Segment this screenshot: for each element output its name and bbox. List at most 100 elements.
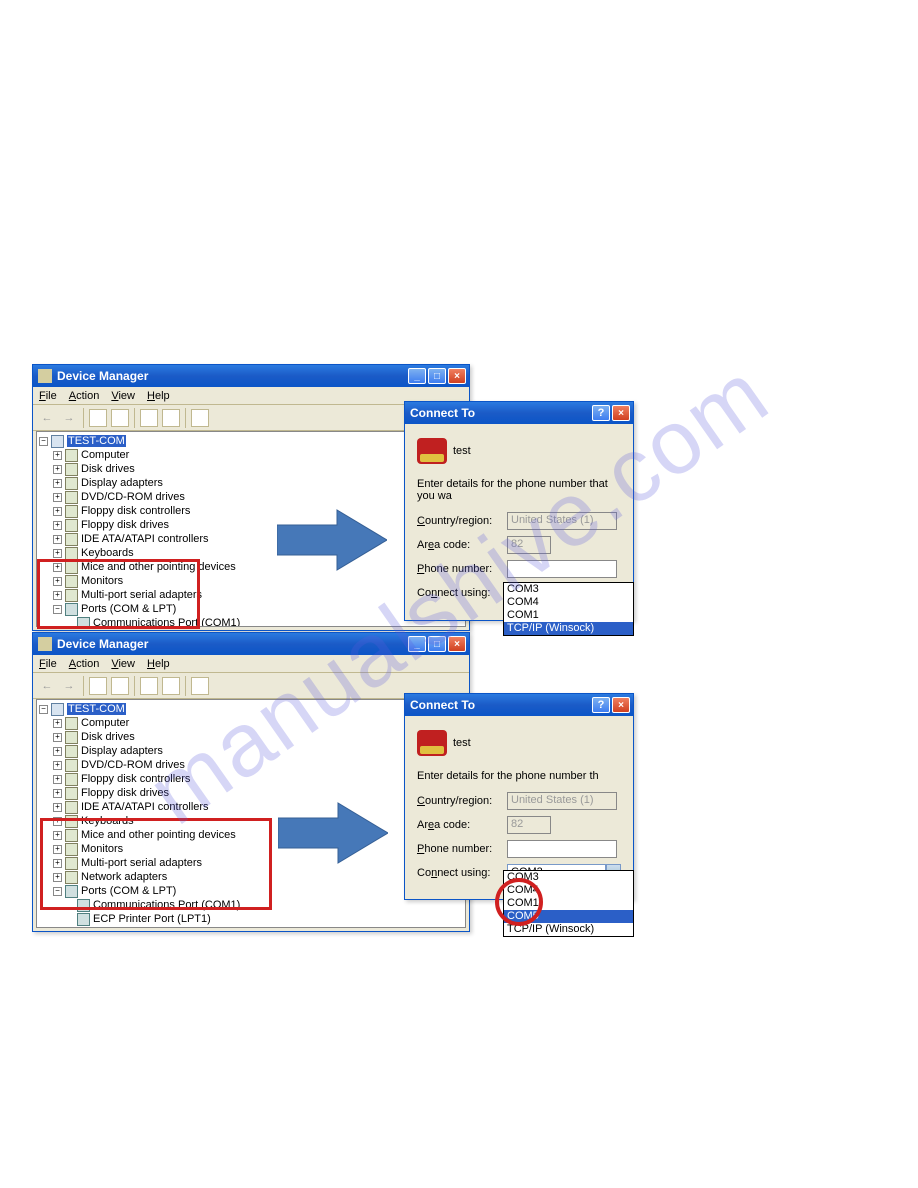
dropdown-option[interactable]: COM1 bbox=[504, 897, 633, 910]
menu-action[interactable]: Action bbox=[69, 658, 100, 670]
dropdown-option-selected[interactable]: TCP/IP (Winsock) bbox=[504, 622, 633, 635]
close-button[interactable]: × bbox=[448, 636, 466, 652]
phone-icon bbox=[417, 730, 447, 756]
tree-item[interactable]: Keyboards bbox=[81, 815, 134, 827]
device-tree[interactable]: −TEST-COM +Computer +Disk drives +Displa… bbox=[36, 699, 466, 928]
toolbar-icon-4[interactable] bbox=[162, 677, 180, 695]
toolbar-icon-2[interactable] bbox=[111, 409, 129, 427]
area-code-field: 82 bbox=[507, 536, 551, 554]
tree-item[interactable]: DVD/CD-ROM drives bbox=[81, 491, 185, 503]
dropdown-option[interactable]: COM3 bbox=[504, 871, 633, 884]
tree-item[interactable]: Keyboards bbox=[81, 547, 134, 559]
toolbar-icon-3[interactable] bbox=[140, 409, 158, 427]
menu-help[interactable]: Help bbox=[147, 658, 170, 670]
dropdown-option[interactable]: COM1 bbox=[504, 609, 633, 622]
connection-name: test bbox=[453, 445, 471, 457]
titlebar[interactable]: Device Manager _ □ × bbox=[33, 633, 469, 655]
app-icon bbox=[38, 637, 52, 651]
connection-name: test bbox=[453, 737, 471, 749]
menubar: File Action View Help bbox=[33, 655, 469, 673]
tree-item[interactable]: Disk drives bbox=[81, 463, 135, 475]
connect-dropdown-1[interactable]: COM3 COM4 COM1 TCP/IP (Winsock) bbox=[503, 582, 634, 636]
tree-item[interactable]: Floppy disk drives bbox=[81, 519, 169, 531]
menu-view[interactable]: View bbox=[111, 658, 135, 670]
country-field: United States (1) bbox=[507, 512, 617, 530]
tree-item[interactable]: Network adapters bbox=[81, 871, 167, 883]
toolbar-icon-2[interactable] bbox=[111, 677, 129, 695]
toolbar-icon-5[interactable] bbox=[191, 677, 209, 695]
forward-button[interactable]: → bbox=[59, 676, 79, 696]
menu-help[interactable]: Help bbox=[147, 390, 170, 402]
tree-item[interactable]: Mice and other pointing devices bbox=[81, 829, 236, 841]
tree-root[interactable]: TEST-COM bbox=[67, 703, 126, 715]
titlebar[interactable]: Connect To ? × bbox=[405, 694, 633, 716]
menu-action[interactable]: Action bbox=[69, 390, 100, 402]
help-button[interactable]: ? bbox=[592, 697, 610, 713]
tree-item[interactable]: Disk drives bbox=[81, 731, 135, 743]
forward-button[interactable]: → bbox=[59, 408, 79, 428]
dialog-title: Connect To bbox=[410, 406, 592, 420]
menu-file[interactable]: FFileile bbox=[39, 390, 57, 402]
close-button[interactable]: × bbox=[612, 405, 630, 421]
toolbar-icon-1[interactable] bbox=[89, 409, 107, 427]
maximize-button[interactable]: □ bbox=[428, 636, 446, 652]
tree-item[interactable]: Computer bbox=[81, 717, 129, 729]
tree-item[interactable]: Computer bbox=[81, 449, 129, 461]
tree-item[interactable]: DVD/CD-ROM drives bbox=[81, 759, 185, 771]
connect-to-dialog-2: Connect To ? × test Enter details for th… bbox=[404, 693, 634, 900]
arrow-icon bbox=[278, 798, 388, 868]
titlebar[interactable]: Connect To ? × bbox=[405, 402, 633, 424]
titlebar[interactable]: Device Manager _ □ × bbox=[33, 365, 469, 387]
tree-item[interactable]: Floppy disk drives bbox=[81, 787, 169, 799]
dropdown-option[interactable]: COM4 bbox=[504, 596, 633, 609]
dropdown-option[interactable]: COM3 bbox=[504, 583, 633, 596]
tree-ports[interactable]: Ports (COM & LPT) bbox=[81, 885, 176, 897]
tree-item[interactable]: Multi-port serial adapters bbox=[81, 857, 202, 869]
device-tree[interactable]: −TEST-COM +Computer +Disk drives +Displa… bbox=[36, 431, 466, 627]
tree-port-item[interactable]: Communications Port (COM1) bbox=[93, 617, 240, 627]
menu-file[interactable]: File bbox=[39, 658, 57, 670]
toolbar-icon-1[interactable] bbox=[89, 677, 107, 695]
tree-item[interactable]: Multi-port serial adapters bbox=[81, 589, 202, 601]
back-button[interactable]: ← bbox=[37, 676, 57, 696]
tree-item[interactable]: IDE ATA/ATAPI controllers bbox=[81, 533, 209, 545]
arrow-icon bbox=[277, 505, 387, 575]
country-field: United States (1) bbox=[507, 792, 617, 810]
tree-port-item-highlighted[interactable]: FB200AS (COM5) bbox=[93, 927, 182, 928]
toolbar-icon-3[interactable] bbox=[140, 677, 158, 695]
dropdown-option[interactable]: TCP/IP (Winsock) bbox=[504, 923, 633, 936]
help-button[interactable]: ? bbox=[592, 405, 610, 421]
back-button[interactable]: ← bbox=[37, 408, 57, 428]
minimize-button[interactable]: _ bbox=[408, 368, 426, 384]
tree-item[interactable]: Display adapters bbox=[81, 745, 163, 757]
tree-root[interactable]: TEST-COM bbox=[67, 435, 126, 447]
connect-dropdown-2[interactable]: COM3 COM4 COM1 COM5 TCP/IP (Winsock) bbox=[503, 870, 634, 937]
phone-number-field[interactable] bbox=[507, 560, 617, 578]
dialog-instruction: Enter details for the phone number th bbox=[417, 770, 621, 782]
dropdown-option[interactable]: COM4 bbox=[504, 884, 633, 897]
tree-port-item[interactable]: Communications Port (COM1) bbox=[93, 899, 240, 911]
tree-item[interactable]: Floppy disk controllers bbox=[81, 773, 190, 785]
tree-item[interactable]: Floppy disk controllers bbox=[81, 505, 190, 517]
dialog-title: Connect To bbox=[410, 698, 592, 712]
menu-view[interactable]: View bbox=[111, 390, 135, 402]
window-title: Device Manager bbox=[57, 369, 408, 383]
close-button[interactable]: × bbox=[448, 368, 466, 384]
tree-port-item[interactable]: ECP Printer Port (LPT1) bbox=[93, 913, 211, 925]
close-button[interactable]: × bbox=[612, 697, 630, 713]
tree-item[interactable]: IDE ATA/ATAPI controllers bbox=[81, 801, 209, 813]
minimize-button[interactable]: _ bbox=[408, 636, 426, 652]
phone-number-field[interactable] bbox=[507, 840, 617, 858]
window-title: Device Manager bbox=[57, 637, 408, 651]
phone-icon bbox=[417, 438, 447, 464]
maximize-button[interactable]: □ bbox=[428, 368, 446, 384]
dropdown-option-selected[interactable]: COM5 bbox=[504, 910, 633, 923]
toolbar-icon-5[interactable] bbox=[191, 409, 209, 427]
tree-item[interactable]: Display adapters bbox=[81, 477, 163, 489]
tree-item[interactable]: Mice and other pointing devices bbox=[81, 561, 236, 573]
area-code-field: 82 bbox=[507, 816, 551, 834]
tree-item[interactable]: Monitors bbox=[81, 843, 123, 855]
toolbar-icon-4[interactable] bbox=[162, 409, 180, 427]
tree-ports[interactable]: Ports (COM & LPT) bbox=[81, 603, 176, 615]
tree-item[interactable]: Monitors bbox=[81, 575, 123, 587]
